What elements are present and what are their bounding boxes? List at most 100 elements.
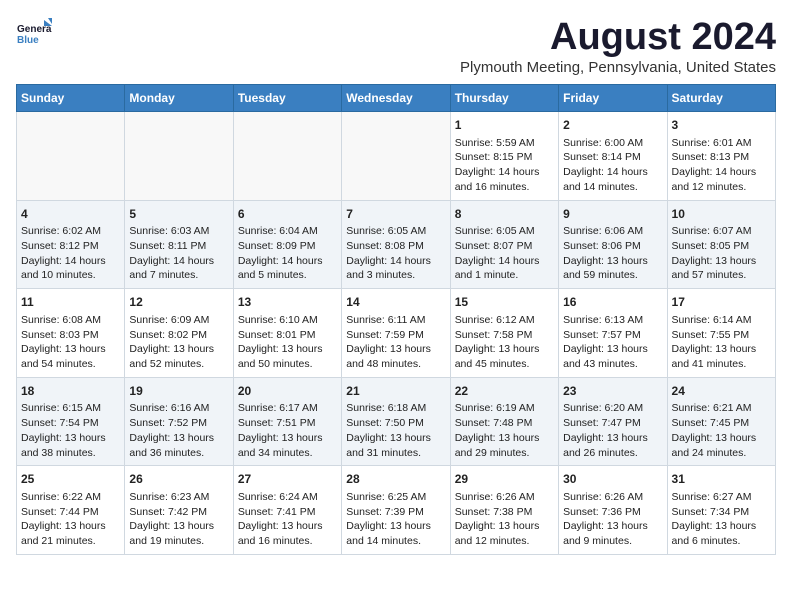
day-info: and 45 minutes. — [455, 357, 554, 372]
day-info: and 14 minutes. — [563, 180, 662, 195]
day-info: Sunrise: 6:03 AM — [129, 224, 228, 239]
day-number-6: 6 — [238, 206, 337, 223]
day-info: and 24 minutes. — [672, 446, 771, 461]
day-info: and 3 minutes. — [346, 268, 445, 283]
day-cell-15: 15Sunrise: 6:12 AMSunset: 7:58 PMDayligh… — [450, 289, 558, 378]
day-info: Sunrise: 6:04 AM — [238, 224, 337, 239]
day-info: and 26 minutes. — [563, 446, 662, 461]
day-info: and 41 minutes. — [672, 357, 771, 372]
day-info: and 21 minutes. — [21, 534, 120, 549]
day-info: Daylight: 13 hours — [21, 519, 120, 534]
day-cell-8: 8Sunrise: 6:05 AMSunset: 8:07 PMDaylight… — [450, 200, 558, 289]
day-info: Daylight: 13 hours — [21, 431, 120, 446]
day-info: and 57 minutes. — [672, 268, 771, 283]
day-info: Sunrise: 6:05 AM — [346, 224, 445, 239]
day-number-13: 13 — [238, 294, 337, 311]
day-cell-1: 1Sunrise: 5:59 AMSunset: 8:15 PMDaylight… — [450, 112, 558, 201]
day-number-2: 2 — [563, 117, 662, 134]
day-info: and 48 minutes. — [346, 357, 445, 372]
day-info: Daylight: 14 hours — [672, 165, 771, 180]
day-cell-24: 24Sunrise: 6:21 AMSunset: 7:45 PMDayligh… — [667, 377, 775, 466]
day-number-29: 29 — [455, 471, 554, 488]
day-cell-6: 6Sunrise: 6:04 AMSunset: 8:09 PMDaylight… — [233, 200, 341, 289]
day-info: Sunset: 7:42 PM — [129, 505, 228, 520]
col-header-saturday: Saturday — [667, 85, 775, 112]
day-info: and 54 minutes. — [21, 357, 120, 372]
day-info: and 12 minutes. — [672, 180, 771, 195]
day-info: Sunset: 7:45 PM — [672, 416, 771, 431]
col-header-sunday: Sunday — [17, 85, 125, 112]
day-info: Sunrise: 6:02 AM — [21, 224, 120, 239]
day-info: Daylight: 14 hours — [455, 165, 554, 180]
day-info: Daylight: 13 hours — [672, 519, 771, 534]
day-info: Sunset: 8:07 PM — [455, 239, 554, 254]
day-number-25: 25 — [21, 471, 120, 488]
day-cell-11: 11Sunrise: 6:08 AMSunset: 8:03 PMDayligh… — [17, 289, 125, 378]
day-info: Sunrise: 6:09 AM — [129, 313, 228, 328]
col-header-thursday: Thursday — [450, 85, 558, 112]
day-info: Daylight: 13 hours — [455, 342, 554, 357]
day-info: and 52 minutes. — [129, 357, 228, 372]
day-info: Sunset: 7:38 PM — [455, 505, 554, 520]
day-info: Sunrise: 6:14 AM — [672, 313, 771, 328]
day-cell-22: 22Sunrise: 6:19 AMSunset: 7:48 PMDayligh… — [450, 377, 558, 466]
day-info: Daylight: 13 hours — [672, 342, 771, 357]
day-info: Daylight: 13 hours — [563, 342, 662, 357]
day-info: Daylight: 13 hours — [238, 342, 337, 357]
day-number-26: 26 — [129, 471, 228, 488]
day-info: Sunset: 7:52 PM — [129, 416, 228, 431]
day-info: and 34 minutes. — [238, 446, 337, 461]
day-info: Daylight: 14 hours — [346, 254, 445, 269]
day-cell-29: 29Sunrise: 6:26 AMSunset: 7:38 PMDayligh… — [450, 466, 558, 555]
day-info: Daylight: 13 hours — [129, 519, 228, 534]
col-header-monday: Monday — [125, 85, 233, 112]
day-info: Sunrise: 6:24 AM — [238, 490, 337, 505]
day-info: Daylight: 13 hours — [346, 431, 445, 446]
day-number-28: 28 — [346, 471, 445, 488]
day-info: Sunset: 8:08 PM — [346, 239, 445, 254]
day-number-18: 18 — [21, 383, 120, 400]
day-cell-21: 21Sunrise: 6:18 AMSunset: 7:50 PMDayligh… — [342, 377, 450, 466]
day-info: Sunrise: 6:27 AM — [672, 490, 771, 505]
day-info: Sunrise: 6:21 AM — [672, 401, 771, 416]
page-header: General Blue August 2024 Plymouth Meetin… — [16, 16, 776, 76]
day-number-14: 14 — [346, 294, 445, 311]
svg-text:Blue: Blue — [17, 35, 39, 46]
week-row-2: 4Sunrise: 6:02 AMSunset: 8:12 PMDaylight… — [17, 200, 776, 289]
day-info: Sunset: 8:11 PM — [129, 239, 228, 254]
day-cell-10: 10Sunrise: 6:07 AMSunset: 8:05 PMDayligh… — [667, 200, 775, 289]
day-cell-25: 25Sunrise: 6:22 AMSunset: 7:44 PMDayligh… — [17, 466, 125, 555]
empty-cell — [125, 112, 233, 201]
col-header-wednesday: Wednesday — [342, 85, 450, 112]
day-info: Sunset: 7:41 PM — [238, 505, 337, 520]
header-row: SundayMondayTuesdayWednesdayThursdayFrid… — [17, 85, 776, 112]
day-info: Sunrise: 6:07 AM — [672, 224, 771, 239]
subtitle: Plymouth Meeting, Pennsylvania, United S… — [460, 59, 776, 76]
day-info: Sunset: 7:58 PM — [455, 328, 554, 343]
day-cell-20: 20Sunrise: 6:17 AMSunset: 7:51 PMDayligh… — [233, 377, 341, 466]
day-number-10: 10 — [672, 206, 771, 223]
calendar-body: 1Sunrise: 5:59 AMSunset: 8:15 PMDaylight… — [17, 112, 776, 555]
day-number-7: 7 — [346, 206, 445, 223]
day-info: and 19 minutes. — [129, 534, 228, 549]
day-info: Sunrise: 6:06 AM — [563, 224, 662, 239]
empty-cell — [342, 112, 450, 201]
day-number-19: 19 — [129, 383, 228, 400]
day-info: Daylight: 13 hours — [455, 519, 554, 534]
calendar-header: SundayMondayTuesdayWednesdayThursdayFrid… — [17, 85, 776, 112]
day-info: Sunrise: 6:15 AM — [21, 401, 120, 416]
day-cell-3: 3Sunrise: 6:01 AMSunset: 8:13 PMDaylight… — [667, 112, 775, 201]
title-block: August 2024 Plymouth Meeting, Pennsylvan… — [460, 16, 776, 76]
day-info: Sunrise: 6:23 AM — [129, 490, 228, 505]
day-info: Daylight: 14 hours — [455, 254, 554, 269]
day-info: Sunrise: 6:11 AM — [346, 313, 445, 328]
day-info: Sunrise: 6:17 AM — [238, 401, 337, 416]
day-info: Sunset: 7:50 PM — [346, 416, 445, 431]
day-info: and 59 minutes. — [563, 268, 662, 283]
day-info: Sunrise: 6:13 AM — [563, 313, 662, 328]
week-row-4: 18Sunrise: 6:15 AMSunset: 7:54 PMDayligh… — [17, 377, 776, 466]
day-info: and 6 minutes. — [672, 534, 771, 549]
logo: General Blue — [16, 16, 52, 52]
day-info: Sunset: 7:34 PM — [672, 505, 771, 520]
day-info: and 43 minutes. — [563, 357, 662, 372]
